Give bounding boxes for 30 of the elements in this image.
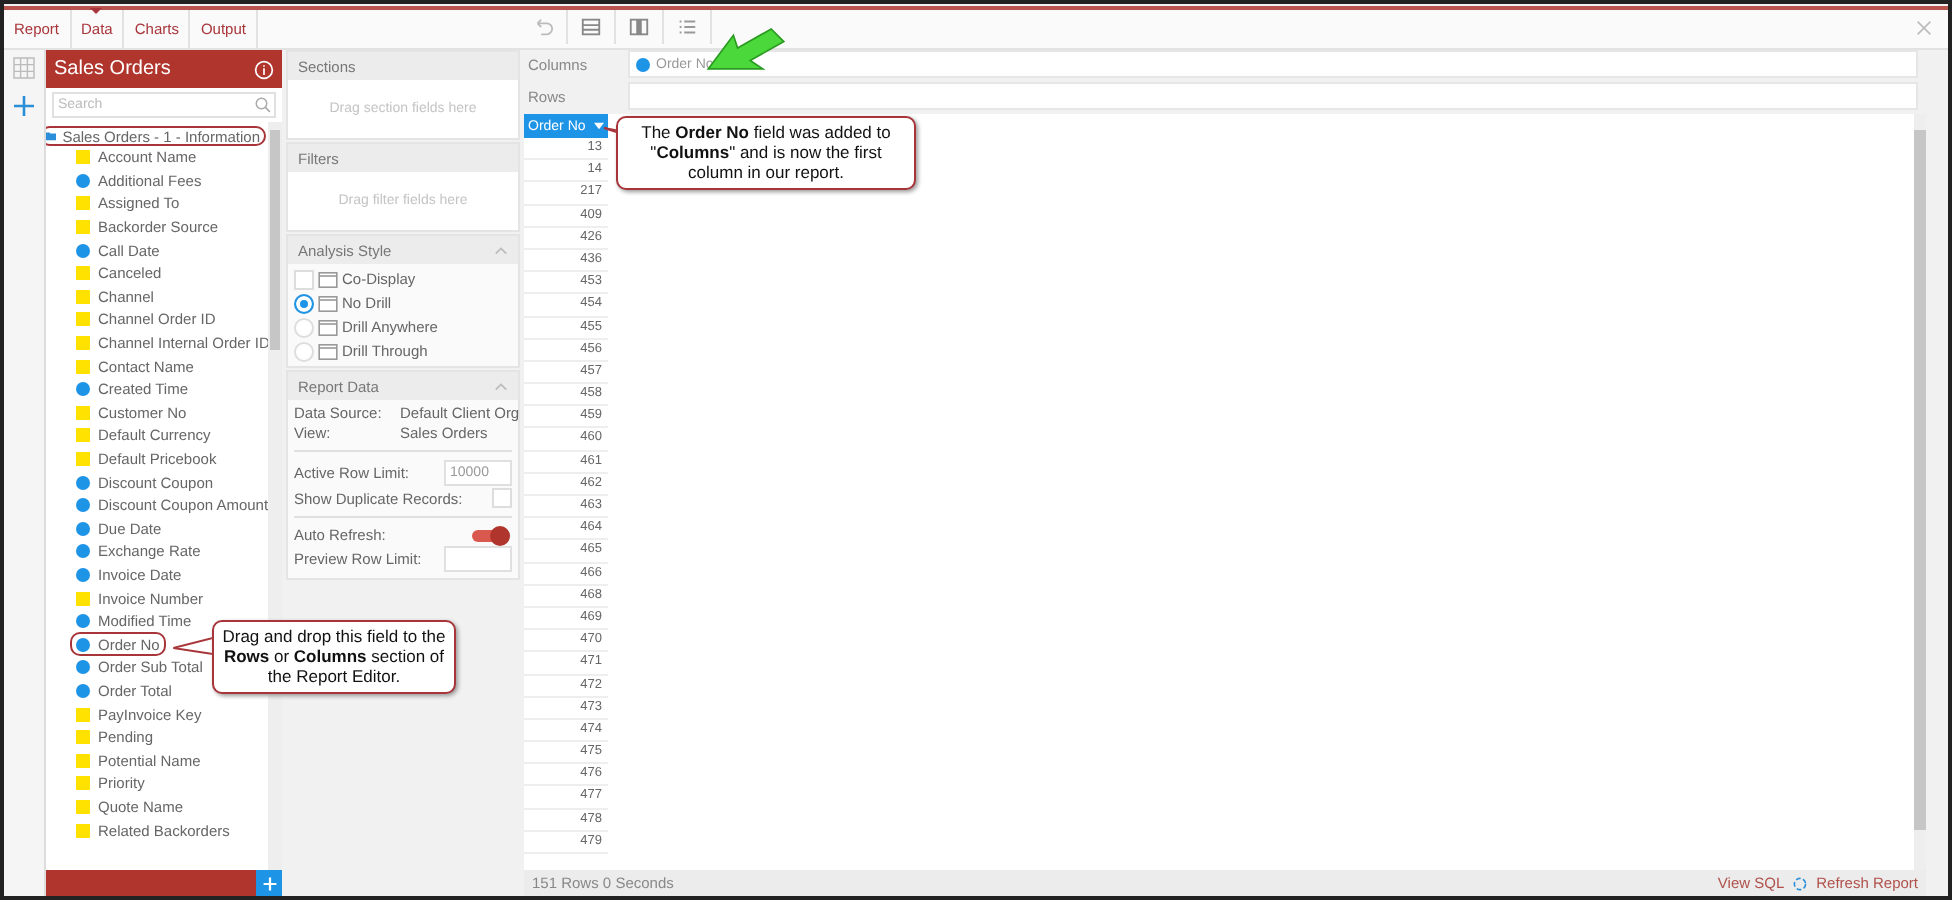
add-icon[interactable] [12,94,36,118]
text-field-icon [76,150,90,165]
checkbox[interactable] [492,488,512,508]
collapse-icon[interactable] [494,245,508,255]
number-field-icon [76,243,90,258]
panel-title: Sales Orders [54,58,171,80]
refresh-icon[interactable] [1792,875,1809,891]
radio-button[interactable] [294,293,314,313]
number-field-icon [76,382,90,397]
caret-icon[interactable] [594,122,604,130]
text-field-icon [76,591,90,606]
callout: Drag and drop this field to the Rows or Columns section of the Report Editor. [212,620,456,694]
window-icon [318,343,338,359]
window-icon [318,319,338,335]
rows-drop-zone[interactable] [628,82,1918,110]
toggle-switch[interactable] [472,529,506,541]
leader-line [172,636,214,656]
window-icon [318,271,338,287]
number-field[interactable] [444,546,512,572]
info-icon[interactable] [254,59,274,79]
close-icon[interactable] [1916,20,1932,36]
number-field-icon [76,173,90,188]
window-icon [318,295,338,311]
search-icon[interactable] [254,96,272,114]
collapse-icon[interactable] [494,381,508,391]
grid-icon[interactable] [12,56,36,80]
plus-icon [261,875,277,891]
add-button[interactable] [256,870,282,896]
callout: The Order No field was added to "Columns" and is now the first column in our report. [616,116,916,190]
checkbox[interactable] [294,269,314,289]
